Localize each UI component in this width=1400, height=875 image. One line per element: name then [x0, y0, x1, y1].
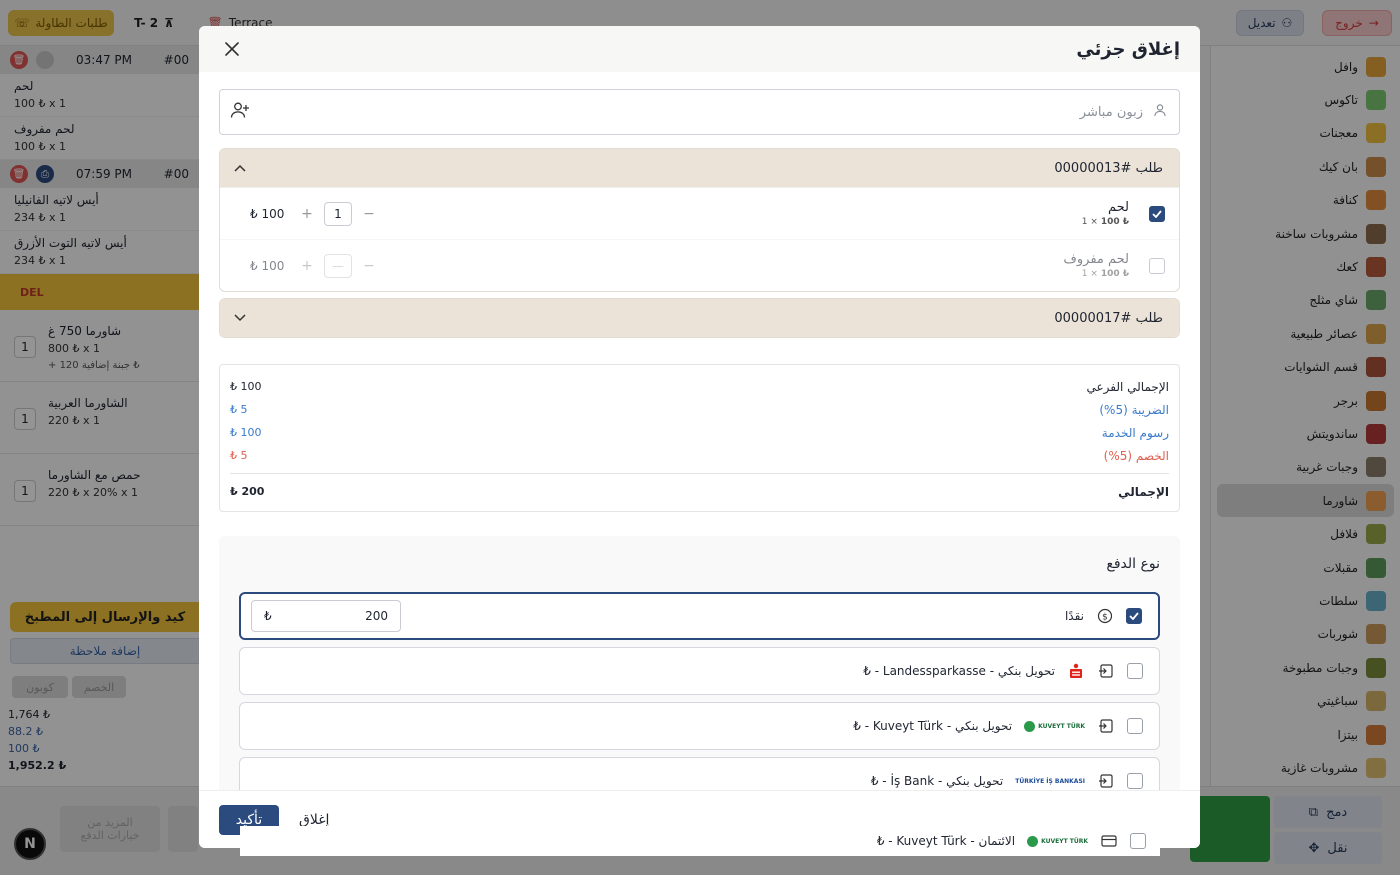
item-checkbox[interactable] [1149, 205, 1165, 222]
tax-label: الضريبة (5%) [1099, 402, 1169, 417]
sparkasse-logo-icon [1067, 662, 1085, 680]
totals-summary: الإجمالي الفرعي ₺ 100 الضريبة (5%) ₺ 5 ر… [219, 364, 1180, 512]
item-name: لحم [1107, 200, 1129, 215]
order-item-row[interactable]: لحم 1 × 100 ₺ ₺ 100 + 1 − [220, 187, 1179, 239]
chevron-up-icon[interactable] [234, 161, 246, 176]
quantity-input[interactable]: — [324, 253, 352, 278]
subtotal-value: ₺ 100 [230, 380, 262, 393]
customer-selector[interactable]: زبون مباشر [219, 89, 1180, 135]
payment-method-bank-kuveyt[interactable]: KUVEYT TÜRK تحويل بنكي - Kuveyt Türk - ₺ [239, 702, 1160, 750]
payment-checkbox[interactable] [1127, 663, 1143, 679]
plus-icon[interactable]: + [300, 206, 314, 222]
item-checkbox[interactable] [1149, 257, 1165, 274]
chevron-down-icon[interactable] [234, 311, 246, 326]
order-header[interactable]: طلب #00000013 [220, 149, 1179, 187]
service-fee-value: ₺ 100 [230, 426, 262, 439]
quantity-stepper[interactable]: ₺ 100 + — − [250, 253, 376, 278]
item-price: ₺ 100 [250, 258, 285, 273]
dialog-title: إغلاق جزئي [1076, 38, 1180, 60]
item-name: لحم مفروف [1063, 252, 1129, 267]
payment-method-bank-isbank[interactable]: TÜRKİYE İŞ BANKASI تحويل بنكي - İş Bank … [239, 757, 1160, 790]
close-icon[interactable] [221, 38, 243, 60]
payment-checkbox[interactable] [1130, 833, 1146, 849]
isbank-logo-icon: TÜRKİYE İŞ BANKASI [1015, 777, 1085, 785]
quantity-input[interactable]: 1 [324, 201, 352, 226]
total-value: ₺ 200 [230, 485, 265, 498]
credit-card-icon [1100, 832, 1118, 850]
quantity-stepper[interactable]: ₺ 100 + 1 − [250, 201, 376, 226]
cash-amount-input[interactable]: ₺ 200 [251, 600, 401, 632]
order-section: طلب #00000017 [219, 298, 1180, 338]
dialog-header: إغلاق جزئي [199, 26, 1200, 72]
payment-method-credit-kuveyt[interactable]: KUVEYT TÜRK الائتمان - Kuveyt Türk - ₺ [240, 826, 1160, 856]
payment-checkbox[interactable] [1126, 608, 1142, 624]
payment-title: نوع الدفع [1106, 556, 1160, 572]
minus-icon[interactable]: − [362, 206, 376, 222]
add-user-icon[interactable] [230, 100, 250, 124]
total-label: الإجمالي [1118, 484, 1169, 499]
user-icon [1153, 103, 1167, 121]
kuveyt-turk-logo-icon: KUVEYT TÜRK [1024, 720, 1085, 732]
payment-method-bank-landessparkasse[interactable]: تحويل بنكي - Landessparkasse - ₺ [239, 647, 1160, 695]
dialog-body: زبون مباشر طلب #00000013 لحم 1 × 100 ₺ ₺… [199, 72, 1200, 790]
discount-label: الخصم (5%) [1103, 448, 1169, 463]
service-fee-label: رسوم الخدمة [1101, 425, 1169, 440]
plus-icon[interactable]: + [300, 258, 314, 274]
payment-checkbox[interactable] [1127, 718, 1143, 734]
svg-text:$: $ [1102, 613, 1108, 623]
minus-icon[interactable]: − [362, 258, 376, 274]
order-header[interactable]: طلب #00000017 [220, 299, 1179, 337]
order-label: طلب #00000017 [1054, 310, 1163, 326]
payment-method-cash[interactable]: $ نقدًا ₺ 200 [239, 592, 1160, 640]
order-label: طلب #00000013 [1054, 160, 1163, 176]
partial-close-dialog: إغلاق جزئي زبون مباشر طلب #00000013 لحم … [199, 26, 1200, 848]
item-price: ₺ 100 [250, 206, 285, 221]
transfer-icon [1097, 717, 1115, 735]
tax-value: ₺ 5 [230, 403, 248, 416]
transfer-icon [1097, 772, 1115, 790]
payment-checkbox[interactable] [1127, 773, 1143, 789]
transfer-icon [1097, 662, 1115, 680]
payment-section: نوع الدفع $ نقدًا ₺ 200 تحويل بنكي - Lan… [219, 536, 1180, 790]
order-section: طلب #00000013 لحم 1 × 100 ₺ ₺ 100 + 1 − … [219, 148, 1180, 292]
kuveyt-turk-logo-icon: KUVEYT TÜRK [1027, 835, 1088, 847]
divider [230, 473, 1169, 474]
order-item-row[interactable]: لحم مفروف 1 × 100 ₺ ₺ 100 + — − [220, 239, 1179, 291]
subtotal-label: الإجمالي الفرعي [1086, 379, 1169, 394]
dollar-icon: $ [1096, 607, 1114, 625]
customer-name: زبون مباشر [1079, 104, 1143, 120]
discount-value: ₺ 5 [230, 449, 248, 462]
